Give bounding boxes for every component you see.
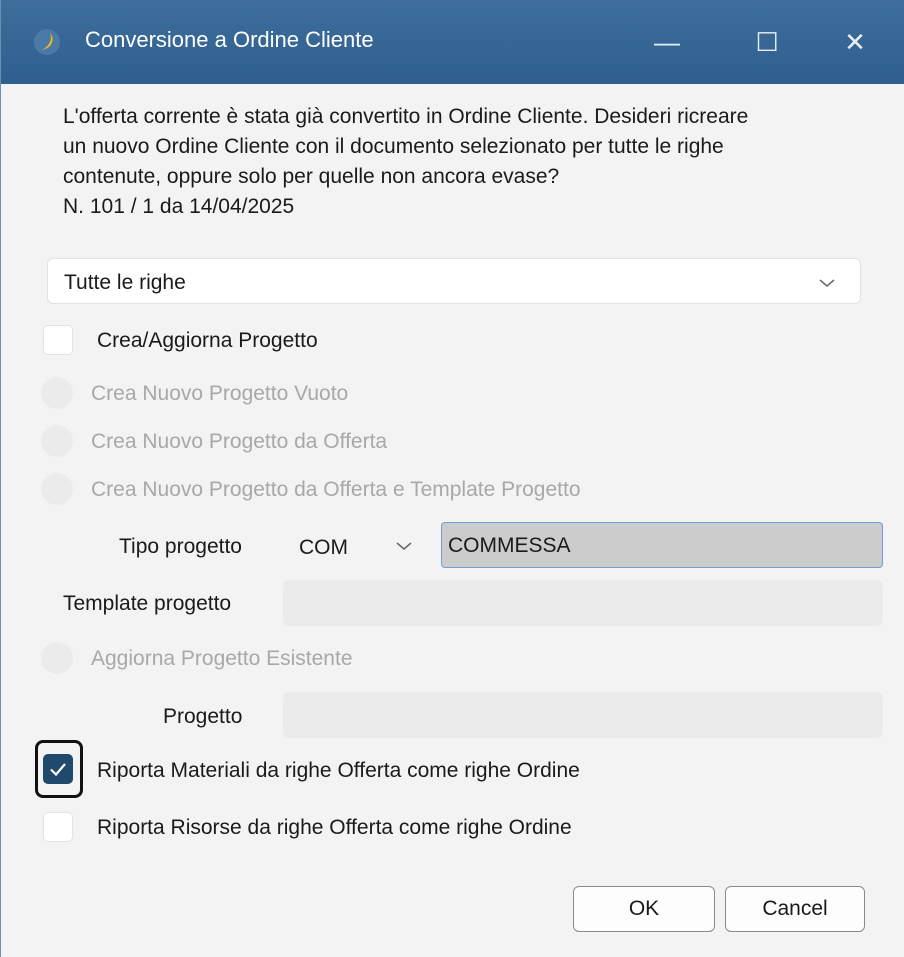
app-logo-icon bbox=[34, 29, 60, 55]
title-bar[interactable]: Conversione a Ordine Cliente — ☐ ✕ bbox=[1, 0, 904, 84]
template-project-field[interactable] bbox=[283, 580, 883, 626]
create-update-project-checkbox[interactable] bbox=[43, 325, 73, 355]
chevron-down-icon bbox=[819, 279, 835, 288]
project-field[interactable] bbox=[283, 692, 883, 738]
minimize-icon: — bbox=[654, 26, 680, 57]
project-type-select[interactable]: COM bbox=[283, 524, 431, 568]
window-title: Conversione a Ordine Cliente bbox=[85, 27, 374, 52]
radio-update-existing-project[interactable] bbox=[41, 642, 73, 674]
radio-create-project-from-offer-label: Crea Nuovo Progetto da Offerta bbox=[91, 430, 388, 453]
radio-create-project-from-offer-template-label: Crea Nuovo Progetto da Offerta e Templat… bbox=[91, 478, 581, 501]
message-line: L'offerta corrente è stata già convertit… bbox=[63, 105, 749, 128]
radio-create-project-from-offer-template[interactable] bbox=[41, 473, 73, 505]
maximize-button[interactable]: ☐ bbox=[737, 20, 797, 64]
project-type-code: COM bbox=[299, 536, 348, 559]
radio-create-empty-project[interactable] bbox=[41, 377, 73, 409]
rows-select[interactable]: Tutte le righe bbox=[47, 258, 861, 304]
report-resources-label: Riporta Risorse da righe Offerta come ri… bbox=[97, 816, 572, 839]
cancel-button[interactable]: Cancel bbox=[725, 886, 865, 932]
close-button[interactable]: ✕ bbox=[825, 20, 885, 64]
radio-update-existing-project-label: Aggiorna Progetto Esistente bbox=[91, 647, 353, 670]
minimize-button[interactable]: — bbox=[637, 20, 697, 64]
project-type-description: COMMESSA bbox=[448, 534, 571, 557]
maximize-icon: ☐ bbox=[755, 26, 779, 57]
rows-select-value: Tutte le righe bbox=[64, 271, 186, 294]
dialog-window: Conversione a Ordine Cliente — ☐ ✕ L'off… bbox=[0, 0, 904, 957]
chevron-down-icon bbox=[396, 542, 412, 551]
checkmark-icon bbox=[50, 763, 66, 777]
project-type-description-field[interactable]: COMMESSA bbox=[441, 522, 883, 568]
message-line: un nuovo Ordine Cliente con il documento… bbox=[63, 135, 724, 158]
template-project-label: Template progetto bbox=[63, 592, 232, 615]
report-materials-label: Riporta Materiali da righe Offerta come … bbox=[97, 759, 580, 782]
project-type-label: Tipo progetto bbox=[119, 535, 242, 558]
report-resources-checkbox[interactable] bbox=[43, 812, 73, 842]
project-label: Progetto bbox=[163, 705, 243, 728]
document-reference: N. 101 / 1 da 14/04/2025 bbox=[63, 195, 295, 218]
radio-create-empty-project-label: Crea Nuovo Progetto Vuoto bbox=[91, 382, 349, 405]
ok-button[interactable]: OK bbox=[573, 886, 715, 932]
message-text: L'offerta corrente è stata già convertit… bbox=[63, 102, 863, 222]
message-line: contenute, oppure solo per quelle non an… bbox=[63, 165, 560, 188]
report-materials-checkbox[interactable] bbox=[43, 754, 73, 784]
close-icon: ✕ bbox=[844, 26, 866, 57]
radio-create-project-from-offer[interactable] bbox=[41, 425, 73, 457]
create-update-project-label: Crea/Aggiorna Progetto bbox=[97, 329, 318, 352]
